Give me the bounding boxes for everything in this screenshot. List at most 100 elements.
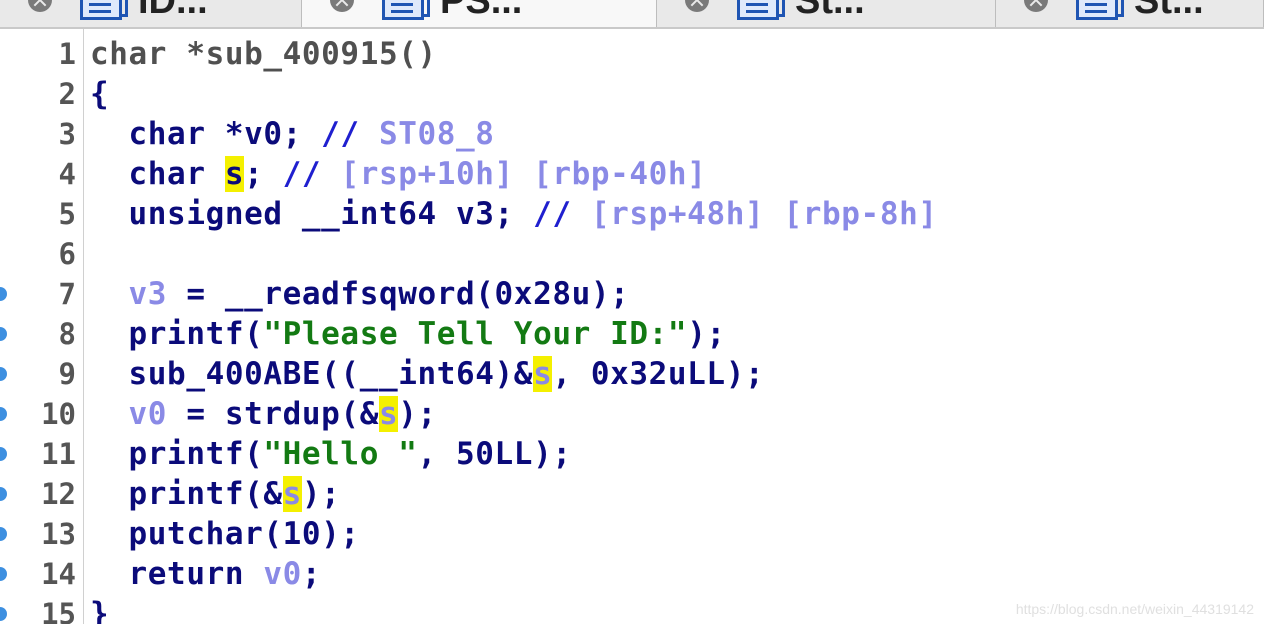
tab-label: St...	[1134, 0, 1204, 22]
line-number: 9	[58, 357, 76, 391]
code-token: , 0x32uLL);	[552, 356, 765, 392]
line-number: 14	[41, 557, 76, 591]
highlighted-token: s	[378, 396, 399, 432]
code-line[interactable]: 2{	[0, 74, 1264, 114]
highlighted-token: s	[533, 356, 553, 392]
code-line[interactable]: 11 printf("Hello ", 50LL);	[0, 434, 1264, 474]
code-token: //	[321, 116, 379, 152]
line-number: 7	[58, 277, 76, 311]
code-token: unsigned __int64 v3;	[90, 196, 534, 232]
code-text[interactable]: printf("Hello ", 50LL);	[90, 434, 572, 474]
code-token: [rsp+48h] [rbp-8h]	[590, 196, 938, 232]
tab-close-icon[interactable]	[685, 0, 709, 12]
code-token: //	[533, 196, 591, 232]
tab-4[interactable]: St...	[996, 0, 1264, 27]
code-text[interactable]: }	[90, 594, 109, 624]
code-token: ;	[244, 156, 283, 192]
tab-1[interactable]: ID...	[0, 0, 302, 27]
code-token: );	[398, 396, 437, 432]
line-number: 4	[58, 157, 76, 191]
code-line[interactable]: 13 putchar(10);	[0, 514, 1264, 554]
code-token: ;	[301, 556, 322, 592]
tab-label: PS...	[440, 0, 523, 22]
code-token: return	[90, 556, 264, 592]
code-line[interactable]: 5 unsigned __int64 v3; // [rsp+48h] [rbp…	[0, 194, 1264, 234]
code-token: , 50LL);	[417, 436, 572, 472]
code-text[interactable]: char *sub_400915()	[90, 34, 437, 74]
code-line[interactable]: 3 char *v0; // ST08_8	[0, 114, 1264, 154]
code-token: [rsp+10h] [rbp-40h]	[340, 156, 707, 192]
tab-close-icon[interactable]	[28, 0, 52, 12]
tab-label: St...	[795, 0, 865, 22]
code-token: );	[687, 316, 726, 352]
code-token: putchar(10);	[90, 516, 360, 552]
strings-window-icon	[1076, 0, 1124, 20]
code-token: printf(	[90, 436, 264, 472]
code-token: ST08_8	[378, 116, 495, 152]
code-token: = strdup(&	[167, 396, 379, 432]
strings-window-icon	[737, 0, 785, 20]
tab-label: ID...	[138, 0, 208, 22]
code-text[interactable]: return v0;	[90, 554, 321, 594]
code-token: char	[90, 156, 225, 192]
code-token: v0	[263, 556, 302, 592]
code-text[interactable]: {	[90, 74, 109, 114]
code-token: char *sub_400915()	[90, 36, 437, 72]
code-token: );	[301, 476, 341, 512]
pseudocode-window-icon	[382, 0, 430, 20]
watermark: https://blog.csdn.net/weixin_44319142	[1015, 601, 1254, 617]
code-text[interactable]: unsigned __int64 v3; // [rsp+48h] [rbp-8…	[90, 194, 938, 234]
line-number: 1	[58, 37, 76, 71]
code-line[interactable]: 1 char *sub_400915()	[0, 34, 1264, 74]
line-number: 13	[41, 517, 76, 551]
code-token: //	[282, 156, 341, 192]
tab-close-icon[interactable]	[330, 0, 354, 12]
code-text[interactable]: putchar(10);	[90, 514, 360, 554]
code-token: printf(&	[90, 476, 283, 512]
line-number: 11	[41, 437, 76, 471]
code-line[interactable]: 4 char s; // [rsp+10h] [rbp-40h]	[0, 154, 1264, 194]
code-text[interactable]: printf("Please Tell Your ID:");	[90, 314, 726, 354]
tab-close-icon[interactable]	[1024, 0, 1048, 12]
code-token: {	[90, 76, 110, 112]
code-token: v0	[128, 396, 168, 432]
code-token: char *v0;	[90, 116, 322, 152]
code-token: v3	[128, 276, 168, 312]
code-token: printf(	[90, 316, 264, 352]
highlighted-token: s	[224, 156, 245, 192]
code-text[interactable]: char *v0; // ST08_8	[90, 114, 495, 154]
pseudocode-window-icon	[80, 0, 128, 20]
code-token: }	[90, 596, 110, 624]
line-number: 15	[41, 597, 76, 624]
code-text[interactable]: v3 = __readfsqword(0x28u);	[90, 274, 629, 314]
code-text[interactable]: char s; // [rsp+10h] [rbp-40h]	[90, 154, 706, 194]
code-text[interactable]: printf(&s);	[90, 474, 340, 514]
highlighted-token: s	[282, 476, 302, 512]
line-number: 8	[58, 317, 76, 351]
code-line[interactable]: 6	[0, 234, 1264, 274]
code-line[interactable]: 7 v3 = __readfsqword(0x28u);	[0, 274, 1264, 314]
code-token: "Please Tell Your ID:"	[263, 316, 688, 352]
code-token: sub_400ABE((__int64)&	[90, 356, 534, 392]
code-line[interactable]: 12 printf(&s);	[0, 474, 1264, 514]
code-line[interactable]: 10 v0 = strdup(&s);	[0, 394, 1264, 434]
line-number: 6	[58, 237, 76, 271]
code-line[interactable]: 14 return v0;	[0, 554, 1264, 594]
tab-2[interactable]: PS...	[302, 0, 657, 27]
line-number: 2	[58, 77, 76, 111]
line-number: 3	[58, 117, 76, 151]
code-text[interactable]: sub_400ABE((__int64)&s, 0x32uLL);	[90, 354, 764, 394]
code-line[interactable]: 8 printf("Please Tell Your ID:");	[0, 314, 1264, 354]
code-line[interactable]: 9 sub_400ABE((__int64)&s, 0x32uLL);	[0, 354, 1264, 394]
line-number: 10	[41, 397, 76, 431]
line-number: 12	[41, 477, 76, 511]
code-token: "Hello "	[263, 436, 418, 472]
code-token: = __readfsqword(0x28u);	[167, 276, 630, 312]
code-text[interactable]: v0 = strdup(&s);	[90, 394, 437, 434]
pseudocode-editor[interactable]: 1 char *sub_400915() 2{3 char *v0; // ST08…	[0, 29, 1264, 624]
line-number: 5	[58, 197, 76, 231]
tab-bar: ID... PS... St... St...	[0, 0, 1264, 29]
tab-3[interactable]: St...	[657, 0, 996, 27]
